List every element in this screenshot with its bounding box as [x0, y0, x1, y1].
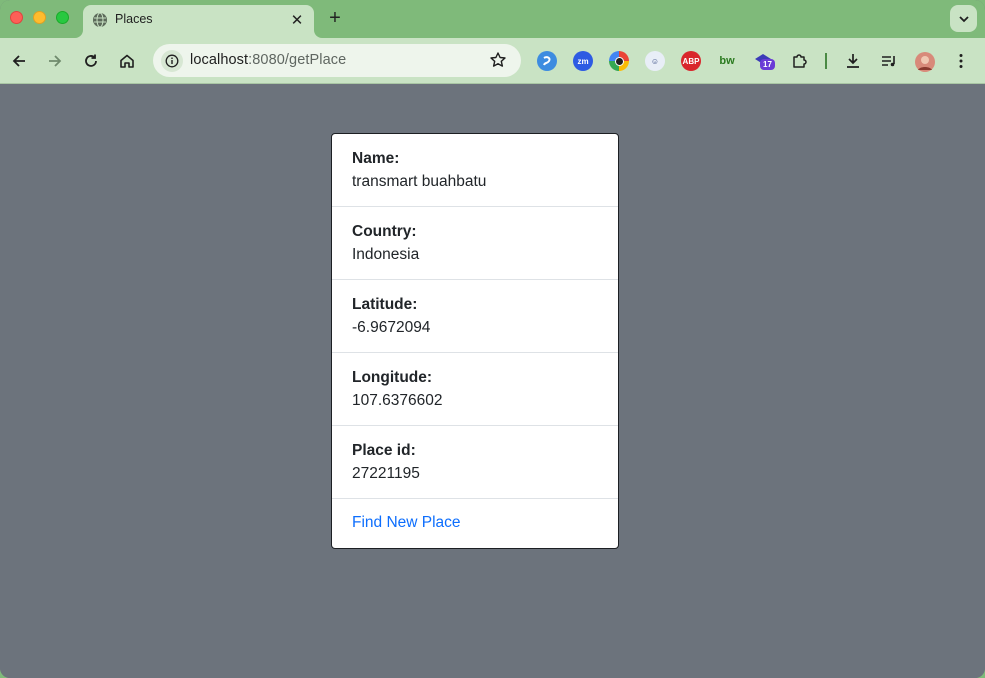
field-value: 107.6376602 [352, 392, 443, 409]
extension-adblock-icon[interactable]: ABP [681, 51, 701, 71]
home-icon [120, 54, 134, 68]
reload-icon [85, 54, 97, 67]
toolbar-divider [825, 53, 827, 69]
field-label: Country: [352, 223, 417, 240]
place-card: Name: transmart buahbatu Country: Indone… [331, 133, 619, 549]
bookmark-star-icon[interactable] [489, 51, 507, 69]
place-field-place-id: Place id: 27221195 [332, 426, 618, 499]
address-bar[interactable]: localhost:8080/getPlace [153, 44, 521, 77]
arrow-left-icon [12, 55, 25, 67]
close-tab-icon[interactable]: ✕ [288, 11, 306, 29]
field-label: Latitude: [352, 296, 418, 313]
field-label: Place id: [352, 442, 416, 459]
tab-strip: Places ✕ + [0, 0, 985, 38]
tab-search-button[interactable] [950, 5, 977, 32]
menu-button[interactable] [949, 49, 973, 73]
back-button[interactable] [7, 49, 31, 73]
page-viewport: Name: transmart buahbatu Country: Indone… [0, 85, 985, 678]
extensions-button[interactable] [788, 49, 812, 73]
download-icon [847, 54, 859, 68]
extension-seo-icon[interactable]: ☺ [645, 51, 665, 71]
field-value: Indonesia [352, 246, 420, 263]
new-tab-button[interactable]: + [325, 7, 345, 29]
extension-bw-icon[interactable]: bw [717, 51, 737, 71]
window-maximize-button[interactable] [56, 11, 69, 24]
field-value: 27221195 [352, 465, 420, 482]
field-label: Name: [352, 150, 400, 167]
profile-avatar[interactable] [913, 50, 937, 74]
browser-window: Places ✕ + localhost:8080/getPlace zm ☺ … [0, 0, 985, 678]
extension-badge-count: 17 [760, 59, 775, 70]
field-value: -6.9672094 [352, 319, 431, 336]
downloads-button[interactable] [841, 49, 865, 73]
find-new-place-link[interactable]: Find New Place [352, 514, 461, 531]
place-field-latitude: Latitude: -6.9672094 [332, 280, 618, 353]
tab-title: Places [115, 12, 153, 26]
place-field-name: Name: transmart buahbatu [332, 134, 618, 207]
kebab-menu-icon [959, 54, 963, 68]
extension-zm-icon[interactable]: zm [573, 51, 593, 71]
tab-places[interactable]: Places ✕ [83, 5, 314, 38]
playlist-icon [882, 56, 895, 67]
extension-colorpicker-icon[interactable] [609, 51, 629, 71]
globe-icon [92, 12, 108, 28]
puzzle-icon [793, 54, 807, 68]
field-label: Longitude: [352, 369, 433, 386]
field-value: transmart buahbatu [352, 173, 487, 190]
card-footer: Find New Place [332, 499, 618, 548]
url-path: :8080/getPlace [248, 52, 347, 68]
place-field-longitude: Longitude: 107.6376602 [332, 353, 618, 426]
reload-button[interactable] [79, 49, 103, 73]
forward-button[interactable] [43, 49, 67, 73]
window-close-button[interactable] [10, 11, 23, 24]
chevron-down-icon [958, 15, 969, 22]
url-host: localhost [190, 52, 249, 68]
arrow-right-icon [49, 55, 62, 67]
url-text[interactable]: localhost:8080/getPlace [190, 52, 346, 68]
site-info-icon[interactable] [161, 50, 183, 72]
extension-badge-icon[interactable]: 17 [753, 51, 775, 71]
place-field-country: Country: Indonesia [332, 207, 618, 280]
extension-swirl-icon[interactable] [537, 51, 557, 71]
home-button[interactable] [115, 49, 139, 73]
browser-toolbar: localhost:8080/getPlace zm ☺ ABP bw 17 [0, 38, 985, 84]
window-minimize-button[interactable] [33, 11, 46, 24]
media-control-button[interactable] [877, 49, 901, 73]
